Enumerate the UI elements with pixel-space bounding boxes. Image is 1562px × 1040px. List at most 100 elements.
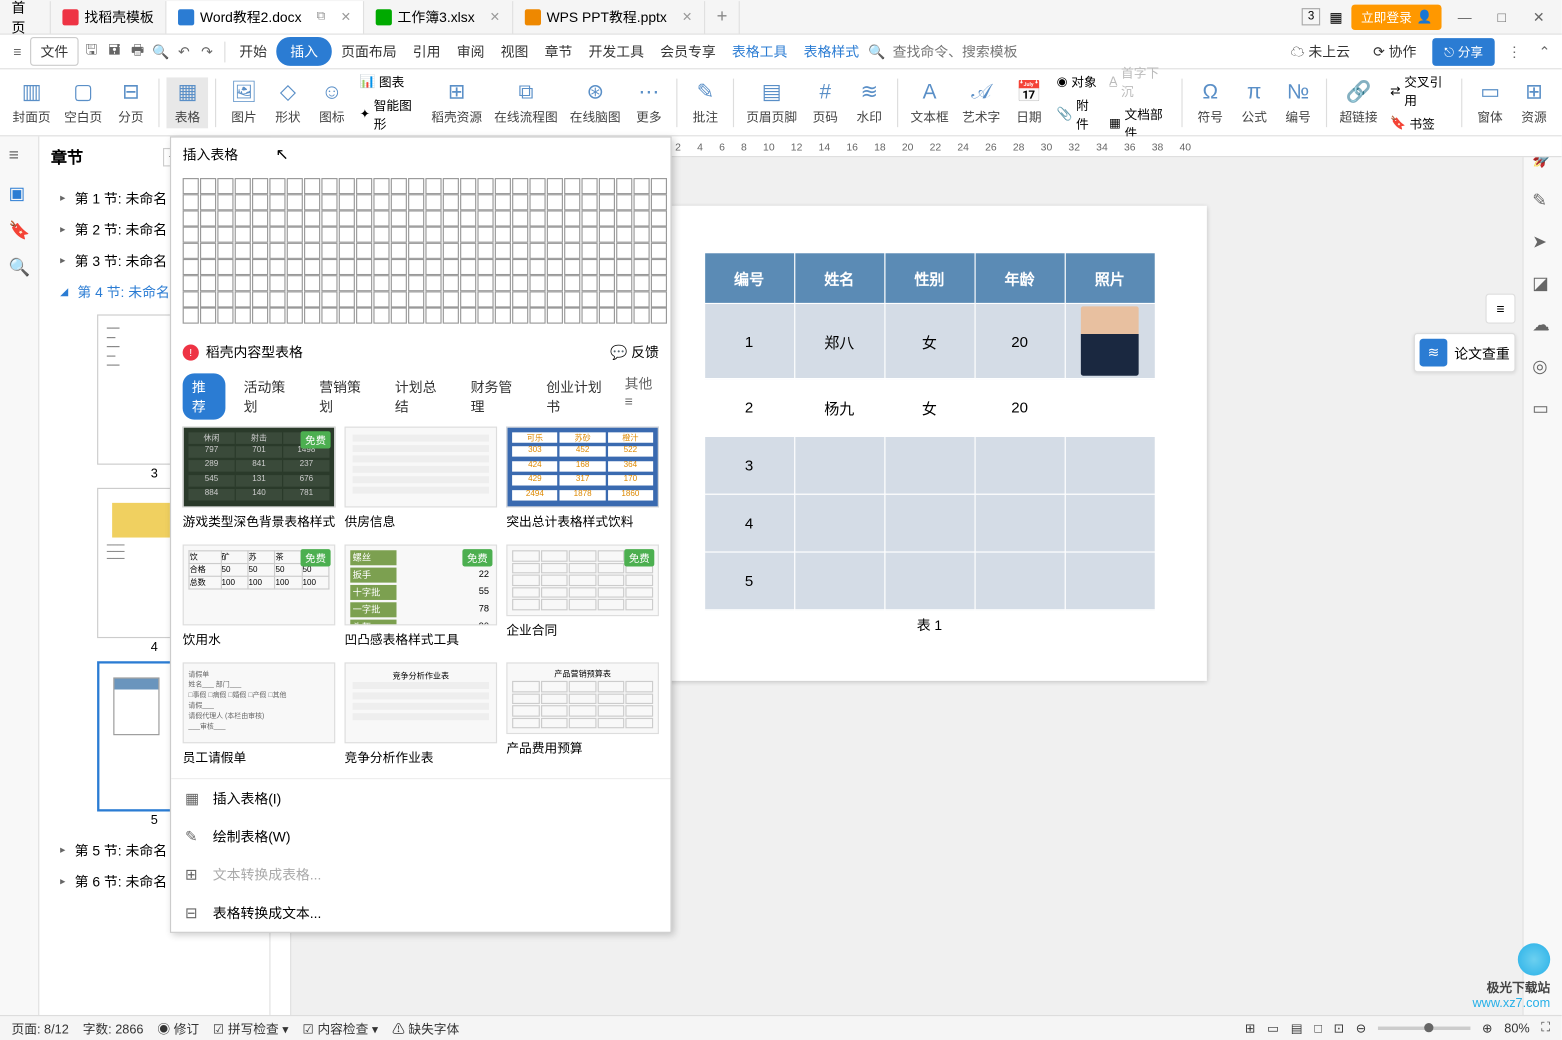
- grid-cell[interactable]: [391, 194, 407, 210]
- grid-cell[interactable]: [391, 227, 407, 243]
- grid-cell[interactable]: [252, 243, 268, 259]
- blank-page[interactable]: ▢空白页: [59, 77, 108, 128]
- grid-cell[interactable]: [477, 210, 493, 226]
- grid-cell[interactable]: [287, 259, 303, 275]
- template-item[interactable]: 请假单姓名___ 部门___□事假 □病假 □婚假 □产假 □其他请假___请假…: [183, 662, 336, 771]
- grid-cell[interactable]: [391, 243, 407, 259]
- grid-cell[interactable]: [512, 210, 528, 226]
- shapes[interactable]: ◇形状: [267, 77, 309, 128]
- grid-cell[interactable]: [217, 243, 233, 259]
- more[interactable]: ⋯更多: [628, 77, 670, 128]
- grid-cell[interactable]: [460, 227, 476, 243]
- grid-cell[interactable]: [183, 194, 199, 210]
- grid-cell[interactable]: [408, 275, 424, 291]
- grid-cell[interactable]: [477, 178, 493, 194]
- grid-cell[interactable]: [599, 210, 615, 226]
- grid-cell[interactable]: [495, 259, 511, 275]
- cell[interactable]: [1065, 494, 1155, 552]
- template-item[interactable]: 产品营销预算表产品费用预算: [506, 662, 659, 771]
- comment[interactable]: ✎批注: [685, 77, 727, 128]
- grid-cell[interactable]: [183, 259, 199, 275]
- grid-cell[interactable]: [633, 307, 649, 323]
- grid-cell[interactable]: [651, 243, 667, 259]
- grid-cell[interactable]: [581, 210, 597, 226]
- spell-check[interactable]: ☑ 拼写检查 ▾: [213, 1019, 289, 1037]
- chart[interactable]: 📊图表: [355, 71, 424, 92]
- template-item[interactable]: 休闲射击797701149828984123754513167688414078…: [183, 427, 336, 536]
- watermark[interactable]: ≋水印: [848, 77, 890, 128]
- grid-cell[interactable]: [512, 178, 528, 194]
- grid-cell[interactable]: [391, 275, 407, 291]
- mindmap[interactable]: ⊛在线脑图: [565, 77, 626, 128]
- grid-cell[interactable]: [287, 178, 303, 194]
- grid-cell[interactable]: [217, 291, 233, 307]
- cell[interactable]: 4: [704, 494, 794, 552]
- grid-cell[interactable]: [547, 275, 563, 291]
- grid-cell[interactable]: [512, 307, 528, 323]
- grid-cell[interactable]: [269, 243, 285, 259]
- cell[interactable]: 1: [704, 303, 794, 378]
- search-input[interactable]: [888, 39, 1027, 64]
- share-button[interactable]: ⎋ 分享: [1433, 38, 1495, 66]
- th-gender[interactable]: 性别: [884, 253, 974, 304]
- cell[interactable]: 郑八: [794, 303, 884, 378]
- grid-cell[interactable]: [287, 307, 303, 323]
- cell[interactable]: [794, 552, 884, 610]
- grid-cell[interactable]: [235, 194, 251, 210]
- setting-icon[interactable]: ◎: [1532, 356, 1553, 377]
- grid-cell[interactable]: [200, 275, 216, 291]
- grid-cell[interactable]: [304, 291, 320, 307]
- grid-cell[interactable]: [408, 259, 424, 275]
- grid-cell[interactable]: [460, 291, 476, 307]
- grid-cell[interactable]: [373, 243, 389, 259]
- cell[interactable]: 女: [884, 303, 974, 378]
- grid-cell[interactable]: [616, 291, 632, 307]
- grid-cell[interactable]: [581, 243, 597, 259]
- grid-cell[interactable]: [599, 243, 615, 259]
- th-id[interactable]: 编号: [704, 253, 794, 304]
- grid-cell[interactable]: [425, 243, 441, 259]
- grid-cell[interactable]: [425, 291, 441, 307]
- grid-cell[interactable]: [564, 178, 580, 194]
- grid-cell[interactable]: [564, 275, 580, 291]
- grid-cell[interactable]: [529, 243, 545, 259]
- content-check[interactable]: ☑ 内容检查 ▾: [303, 1019, 379, 1037]
- tab-dupe-icon[interactable]: ⧉: [317, 9, 326, 24]
- icons[interactable]: ☺图标: [311, 77, 353, 128]
- grid-cell[interactable]: [581, 178, 597, 194]
- template-item[interactable]: 可乐苏砂橙汁3034525224241683644293171702494187…: [506, 427, 659, 536]
- grid-cell[interactable]: [183, 275, 199, 291]
- grid-cell[interactable]: [200, 243, 216, 259]
- login-button[interactable]: 立即登录👤: [1352, 4, 1442, 29]
- grid-cell[interactable]: [304, 307, 320, 323]
- grid-cell[interactable]: [443, 194, 459, 210]
- grid-cell[interactable]: [581, 307, 597, 323]
- grid-cell[interactable]: [235, 259, 251, 275]
- grid-cell[interactable]: [183, 227, 199, 243]
- tab-close-icon[interactable]: ✕: [341, 9, 352, 24]
- grid-cell[interactable]: [217, 194, 233, 210]
- grid-cell[interactable]: [564, 210, 580, 226]
- grid-cell[interactable]: [477, 307, 493, 323]
- outline-icon[interactable]: ≡: [9, 146, 30, 167]
- grid-cell[interactable]: [616, 210, 632, 226]
- grid-cell[interactable]: [564, 307, 580, 323]
- grid-cell[interactable]: [183, 178, 199, 194]
- grid-cell[interactable]: [425, 210, 441, 226]
- grid-cell[interactable]: [425, 194, 441, 210]
- grid-cell[interactable]: [200, 307, 216, 323]
- draw-table-action[interactable]: ✎绘制表格(W): [171, 817, 670, 855]
- print-icon[interactable]: 🖶: [127, 41, 148, 62]
- grid-cell[interactable]: [269, 275, 285, 291]
- cell[interactable]: [975, 494, 1065, 552]
- grid-cell[interactable]: [183, 243, 199, 259]
- view-mode-icon[interactable]: ⊡: [1334, 1021, 1345, 1036]
- tools-bubble[interactable]: ≡: [1485, 294, 1515, 324]
- menu-view[interactable]: 视图: [494, 37, 536, 66]
- header-footer[interactable]: ▤页眉页脚: [741, 77, 802, 128]
- grid-cell[interactable]: [200, 194, 216, 210]
- temp-tab-0[interactable]: 推荐: [183, 373, 225, 419]
- grid-cell[interactable]: [581, 194, 597, 210]
- grid-cell[interactable]: [252, 307, 268, 323]
- grid-cell[interactable]: [252, 275, 268, 291]
